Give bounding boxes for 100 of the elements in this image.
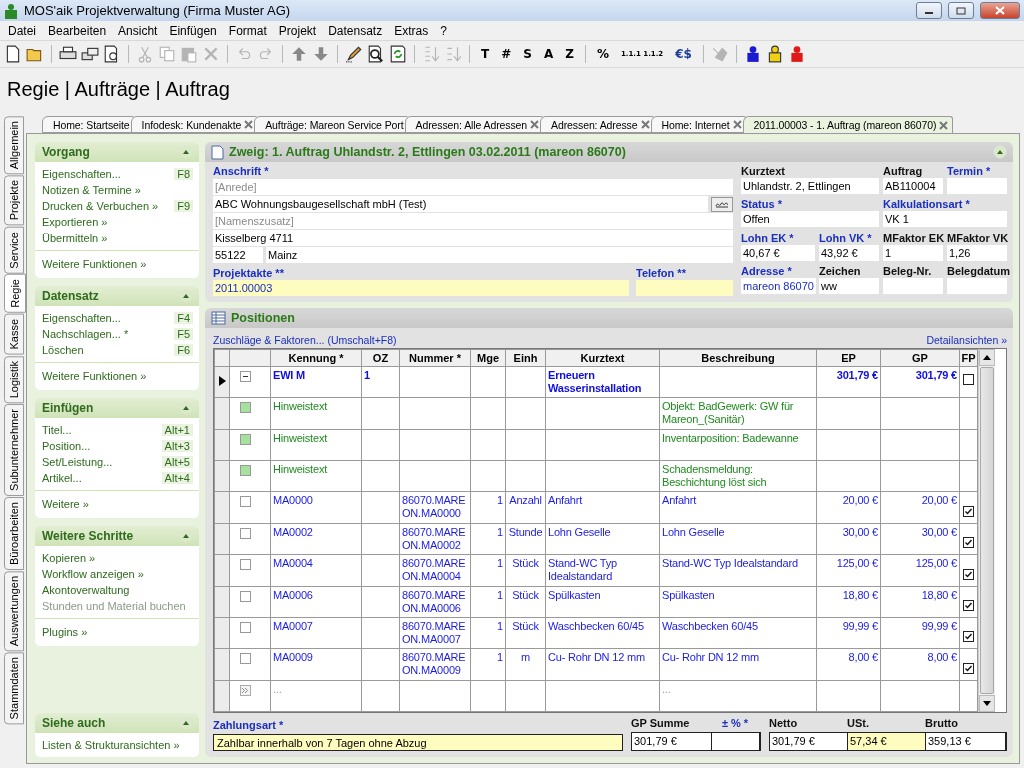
link[interactable]: Zuschläge & Faktoren... (Umschalt+F8) xyxy=(213,334,397,346)
down-arrow-icon[interactable] xyxy=(983,701,991,706)
close-icon[interactable] xyxy=(244,120,254,129)
action-link[interactable]: Listen & Strukturansichten » xyxy=(42,739,180,751)
checkbox[interactable] xyxy=(963,599,974,611)
signature-button[interactable] xyxy=(711,196,733,212)
side-tab[interactable]: Service xyxy=(4,226,24,274)
action-link[interactable]: Artikel... xyxy=(42,472,82,484)
close-button[interactable] xyxy=(980,2,1020,19)
input-field[interactable] xyxy=(947,178,1007,194)
menu-item[interactable]: Ansicht xyxy=(112,23,164,38)
checkbox[interactable] xyxy=(963,505,974,517)
input-field[interactable]: ww xyxy=(819,277,879,294)
close-icon[interactable] xyxy=(530,120,540,129)
menu-item[interactable]: Datei xyxy=(2,23,42,38)
input-field[interactable]: 2011.00003 xyxy=(213,280,629,296)
input-field[interactable]: ABC Wohnungsbaugesellschaft mbH (Test) xyxy=(213,196,708,212)
action-link[interactable]: Drucken & Verbuchen » xyxy=(42,200,159,212)
menu-item[interactable]: Bearbeiten xyxy=(42,23,113,38)
side-tab[interactable]: Regie xyxy=(4,274,26,314)
input-field[interactable]: Uhlandstr. 2, Ettlingen xyxy=(741,178,879,194)
action-link[interactable]: Löschen xyxy=(42,344,84,356)
document-tab[interactable]: Home: Internet xyxy=(650,116,747,133)
input-field[interactable]: 55122 xyxy=(213,247,263,263)
action-link[interactable]: Weitere » xyxy=(42,498,89,510)
toolbar-button[interactable]: T xyxy=(477,44,494,64)
document-tab[interactable]: 2011.00003 - 1. Auftrag (mareon 86070) xyxy=(742,116,954,133)
side-tab[interactable]: Stammdaten xyxy=(4,652,24,725)
input-field[interactable]: 40,67 € xyxy=(741,244,815,261)
input-field[interactable]: 301,79 € xyxy=(770,733,848,750)
checkbox[interactable] xyxy=(963,662,974,674)
menu-item[interactable]: Projekt xyxy=(272,23,323,38)
side-tab[interactable]: Logistik xyxy=(4,355,24,403)
checkbox[interactable] xyxy=(963,568,974,580)
input-field[interactable]: Zahlbar innerhalb von 7 Tagen ohne Abzug xyxy=(213,734,623,751)
action-link[interactable]: Titel... xyxy=(42,424,72,436)
input-field[interactable]: [Anrede] xyxy=(213,179,733,195)
input-field[interactable]: 301,79 € xyxy=(632,733,712,750)
menu-item[interactable]: Einfügen xyxy=(163,23,223,38)
minimize-button[interactable] xyxy=(916,2,942,19)
document-tab[interactable]: Adressen: Adresse xyxy=(540,116,655,133)
maximize-button[interactable] xyxy=(948,2,974,19)
action-link[interactable]: Übermitteln » xyxy=(42,232,108,244)
input-field[interactable]: Offen xyxy=(741,211,879,228)
close-icon[interactable] xyxy=(640,120,650,129)
menu-item[interactable]: ? xyxy=(434,23,453,38)
input-field[interactable] xyxy=(636,280,733,296)
input-field[interactable]: 43,92 € xyxy=(819,244,879,261)
toolbar-button[interactable]: S xyxy=(519,44,536,64)
side-tab[interactable]: Kasse xyxy=(4,314,24,355)
input-field[interactable]: 57,34 € xyxy=(848,733,926,750)
input-field[interactable]: 1 xyxy=(883,244,943,261)
action-link[interactable]: Exportieren » xyxy=(42,216,108,228)
toolbar-button[interactable]: Z xyxy=(561,44,578,64)
action-link[interactable]: Set/Leistung... xyxy=(42,456,113,468)
side-tab[interactable]: Subunternehmer xyxy=(4,404,24,496)
link[interactable]: Detailansichten » xyxy=(926,334,1007,346)
new-document-icon[interactable] xyxy=(4,45,22,63)
document-tab[interactable]: Home: Startseite xyxy=(42,116,135,133)
input-field[interactable] xyxy=(712,733,760,750)
menu-item[interactable]: Datensatz xyxy=(322,23,389,38)
document-tab[interactable]: Aufträge: Mareon Service Port xyxy=(254,116,409,133)
toolbar-button[interactable]: % xyxy=(592,44,613,64)
action-link[interactable]: Nachschlagen... * xyxy=(42,328,129,340)
action-link[interactable]: Notizen & Termine » xyxy=(42,184,141,196)
input-field[interactable]: VK 1 xyxy=(883,211,1007,228)
action-link[interactable]: Workflow anzeigen » xyxy=(42,568,144,580)
action-link[interactable]: Eigenschaften... xyxy=(42,312,121,324)
input-field[interactable]: Mainz xyxy=(266,247,733,263)
pencil-icon[interactable] xyxy=(345,45,363,63)
checkbox[interactable] xyxy=(963,631,974,643)
menu-item[interactable]: Format xyxy=(222,23,273,38)
close-icon[interactable] xyxy=(732,120,742,129)
refresh-icon[interactable] xyxy=(389,45,407,63)
input-field[interactable]: mareon 86070 xyxy=(741,277,816,294)
checkbox[interactable] xyxy=(963,537,974,549)
checkbox[interactable] xyxy=(963,374,974,386)
search-icon[interactable] xyxy=(367,45,385,63)
input-field[interactable] xyxy=(883,277,943,294)
up-arrow-icon[interactable] xyxy=(983,355,991,360)
menu-item[interactable]: Extras xyxy=(388,23,435,38)
scrollbar[interactable] xyxy=(978,349,995,712)
side-tab[interactable]: Büroarbeiten xyxy=(4,496,24,570)
side-tab[interactable]: Projekte xyxy=(4,175,24,226)
action-link[interactable]: Plugins » xyxy=(42,626,88,638)
toolbar-button[interactable]: # xyxy=(497,44,516,64)
input-field[interactable]: 359,13 € xyxy=(926,733,1006,750)
action-link[interactable]: Weitere Funktionen » xyxy=(42,370,147,382)
input-field[interactable] xyxy=(947,277,1007,294)
toolbar-button[interactable]: A xyxy=(539,44,558,64)
toolbar-button[interactable]: €$ xyxy=(671,44,696,64)
new-row-icon[interactable] xyxy=(240,684,251,696)
input-field[interactable]: Kisselberg 4711 xyxy=(213,230,733,246)
collapse-icon[interactable] xyxy=(240,371,251,382)
input-field[interactable]: [Namenszusatz] xyxy=(213,213,733,229)
action-link[interactable]: Weitere Funktionen » xyxy=(42,258,147,270)
action-link[interactable]: Kopieren » xyxy=(42,552,96,564)
printers-icon[interactable] xyxy=(81,45,99,63)
action-link[interactable]: Eigenschaften... xyxy=(42,168,121,180)
document-tab[interactable]: Infodesk: Kundenakte xyxy=(130,116,259,133)
